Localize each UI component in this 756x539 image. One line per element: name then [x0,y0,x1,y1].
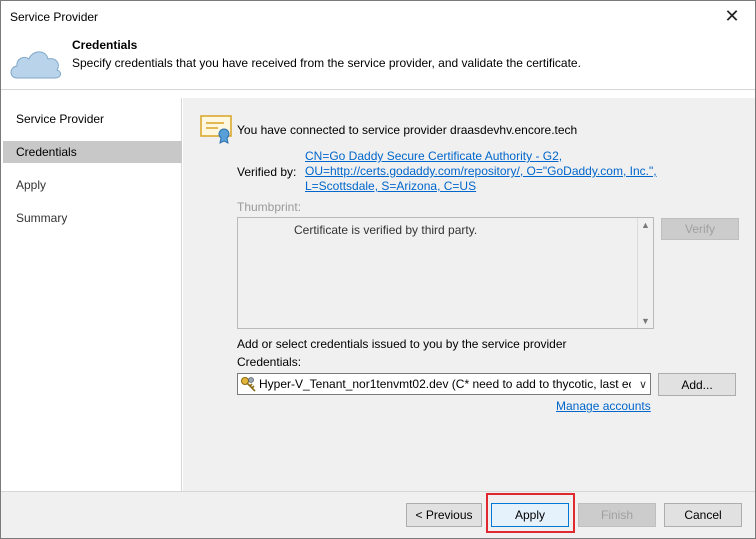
manage-accounts-link[interactable]: Manage accounts [556,399,651,413]
previous-button[interactable]: < Previous [406,503,482,527]
thumbprint-box[interactable]: Certificate is verified by third party. … [237,217,654,329]
page-title: Credentials [72,38,138,52]
credentials-value: Hyper-V_Tenant_nor1tenvmt02.dev (C* need… [259,377,631,391]
wizard-window: Service Provider ✕ Credentials Specify c… [0,0,756,539]
sidebar-item-apply[interactable]: Apply [3,174,182,196]
credentials-label: Credentials: [237,355,302,369]
verify-button[interactable]: Verify [661,218,739,240]
cloud-icon [10,51,62,79]
apply-highlight-box [486,493,575,533]
key-icon [241,377,256,392]
credentials-dropdown[interactable]: Hyper-V_Tenant_nor1tenvmt02.dev (C* need… [237,373,651,395]
scroll-down-icon[interactable]: ▼ [641,316,650,326]
sidebar-item-service-provider[interactable]: Service Provider [3,108,182,130]
certificate-icon [200,115,232,144]
wizard-header: Credentials Specify credentials that you… [1,32,755,90]
title-bar: Service Provider ✕ [1,1,755,32]
verified-line: L=Scottsdale, S=Arizona, C=US [305,179,477,193]
thumbprint-scrollbar[interactable]: ▲ ▼ [637,218,653,328]
verified-by-label: Verified by: [237,165,297,179]
add-credentials-button[interactable]: Add... [658,373,736,396]
window-title: Service Provider [10,10,99,24]
sidebar-item-credentials[interactable]: Credentials [3,141,182,163]
thumbprint-label: Thumbprint: [237,200,302,214]
verified-by-link[interactable]: CN=Go Daddy Secure Certificate Authority… [305,149,657,194]
wizard-steps: Service Provider Credentials Apply Summa… [1,98,182,491]
sidebar-item-summary[interactable]: Summary [3,207,182,229]
verified-line: CN=Go Daddy Secure Certificate Authority… [305,149,563,163]
close-icon[interactable]: ✕ [709,1,755,32]
connected-message: You have connected to service provider d… [237,123,578,137]
verified-line: OU=http://certs.godaddy.com/repository/,… [305,164,657,178]
add-select-instruction: Add or select credentials issued to you … [237,337,567,351]
thumbprint-text: Certificate is verified by third party. [294,223,478,237]
scroll-up-icon[interactable]: ▲ [641,220,650,230]
page-subtitle: Specify credentials that you have receiv… [72,56,581,70]
chevron-down-icon[interactable]: ∨ [639,378,647,391]
cancel-button[interactable]: Cancel [664,503,742,527]
finish-button[interactable]: Finish [578,503,656,527]
